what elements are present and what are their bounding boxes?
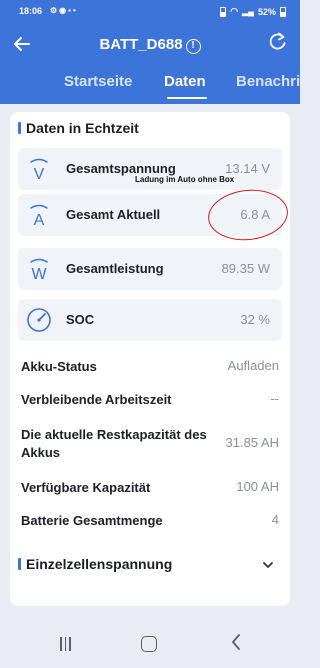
row-value: -- — [270, 391, 279, 406]
status-bar: 18:06 ⚙◉▪• ◠ ▂▄ 52% — [0, 0, 300, 24]
row-remaining-time: Verbleibende Arbeitszeit -- — [21, 391, 279, 409]
row-value: 31.85 AH — [225, 435, 280, 450]
voltage-icon: V — [30, 158, 48, 183]
system-nav-bar — [0, 624, 300, 668]
refresh-button[interactable] — [268, 32, 288, 58]
device-name: BATT_D688 — [99, 36, 183, 53]
section-accent-bar — [18, 558, 21, 570]
row-value: Aufladen — [227, 358, 279, 373]
row-akku-status: Akku-Status Aufladen — [21, 358, 279, 376]
row-remaining-capacity: Die aktuelle Restkapazität des Akkus 31.… — [21, 426, 279, 462]
row-label: Batterie Gesamtmenge — [21, 513, 163, 528]
section-realtime-title: Daten in Echtzeit — [26, 120, 139, 136]
nav-back-button[interactable] — [230, 633, 242, 656]
metric-power: W Gesamtleistung 89.35 W — [18, 248, 282, 290]
signal-icon: ▂▄ — [242, 7, 254, 16]
data-card: Daten in Echtzeit V Gesamtspannung 13.14… — [10, 112, 290, 606]
power-icon: W — [30, 258, 48, 283]
status-time: 18:06 — [19, 6, 43, 16]
current-icon: A — [30, 204, 48, 229]
row-available-capacity: Verfügbare Kapazität 100 AH — [21, 479, 279, 497]
row-label: Verfügbare Kapazität — [21, 480, 151, 495]
metric-soc: SOC 32 % — [18, 299, 282, 341]
recent-apps-button[interactable] — [60, 637, 74, 651]
row-label: Die aktuelle Restkapazität des Akkus — [21, 427, 207, 460]
section-realtime-header: Daten in Echtzeit — [18, 120, 139, 136]
battery-saver-icon — [220, 6, 227, 17]
svg-text:W: W — [31, 266, 47, 283]
metric-label: SOC — [66, 312, 95, 327]
chevron-left-icon — [232, 634, 240, 650]
refresh-icon — [269, 32, 286, 50]
wifi-icon: ◠ — [230, 6, 239, 16]
status-right: ◠ ▂▄ 52% — [220, 6, 286, 17]
active-tab-indicator — [167, 97, 207, 99]
app-header: BATT_D688! Startseite Daten Benachri — [0, 24, 300, 104]
battery-percent: 52% — [257, 6, 276, 17]
row-value: 4 — [271, 512, 279, 527]
home-button[interactable] — [141, 636, 157, 652]
gauge-icon — [27, 308, 51, 332]
metric-value: 32 % — [240, 312, 270, 327]
svg-text:V: V — [34, 166, 45, 183]
tab-startseite[interactable]: Startseite — [64, 73, 132, 90]
battery-icon — [280, 6, 286, 17]
metric-label: Gesamt Aktuell — [66, 207, 161, 222]
page-title: BATT_D688! — [0, 36, 300, 54]
annotation-text: Ladung im Auto ohne Box — [135, 175, 235, 184]
metric-value: 89.35 W — [221, 261, 270, 276]
row-value: 100 AH — [236, 479, 279, 494]
notification-icons: ⚙◉▪• — [50, 6, 78, 15]
row-battery-count: Batterie Gesamtmenge 4 — [21, 512, 279, 530]
tab-bar: Startseite Daten Benachri — [0, 73, 300, 103]
section-cells-header: Einzelzellenspannung — [18, 556, 172, 572]
section-accent-bar — [18, 122, 21, 134]
metric-label: Gesamtspannung — [66, 161, 176, 176]
tab-benachrichtigungen[interactable]: Benachri — [236, 73, 300, 90]
info-icon[interactable]: ! — [185, 39, 201, 54]
metric-value: 13.14 V — [225, 161, 270, 176]
tab-daten[interactable]: Daten — [164, 73, 206, 90]
metric-label: Gesamtleistung — [66, 261, 164, 276]
row-label: Akku-Status — [21, 359, 97, 374]
section-cells-title: Einzelzellenspannung — [26, 556, 173, 572]
chevron-down-icon — [263, 562, 273, 568]
svg-text:A: A — [34, 212, 45, 229]
row-label: Verbleibende Arbeitszeit — [21, 392, 172, 407]
